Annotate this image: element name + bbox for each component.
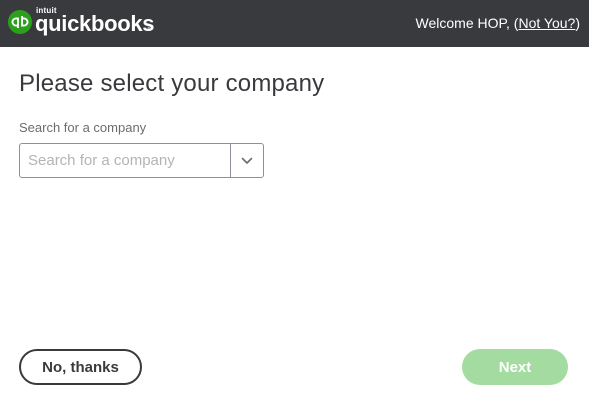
company-search-label: Search for a company (19, 120, 147, 135)
welcome-close-paren: ) (575, 15, 580, 31)
top-bar: intuit quickbooks ® Welcome HOP, (Not Yo… (0, 0, 589, 47)
company-search-combobox[interactable] (19, 143, 264, 178)
logo-trademark: ® (147, 27, 151, 33)
company-dropdown-toggle[interactable] (231, 144, 263, 177)
company-search-input[interactable] (20, 144, 230, 177)
no-thanks-button[interactable]: No, thanks (19, 349, 142, 385)
not-you-link[interactable]: Not You? (518, 15, 575, 31)
qb-logo-icon (8, 10, 32, 34)
next-button[interactable]: Next (462, 349, 568, 385)
welcome-text: Welcome HOP, ( (415, 15, 519, 31)
page-title: Please select your company (19, 70, 325, 97)
chevron-down-icon (241, 157, 253, 164)
logo-quickbooks-text: quickbooks (35, 11, 155, 36)
welcome-message: Welcome HOP, (Not You?) (416, 15, 580, 31)
